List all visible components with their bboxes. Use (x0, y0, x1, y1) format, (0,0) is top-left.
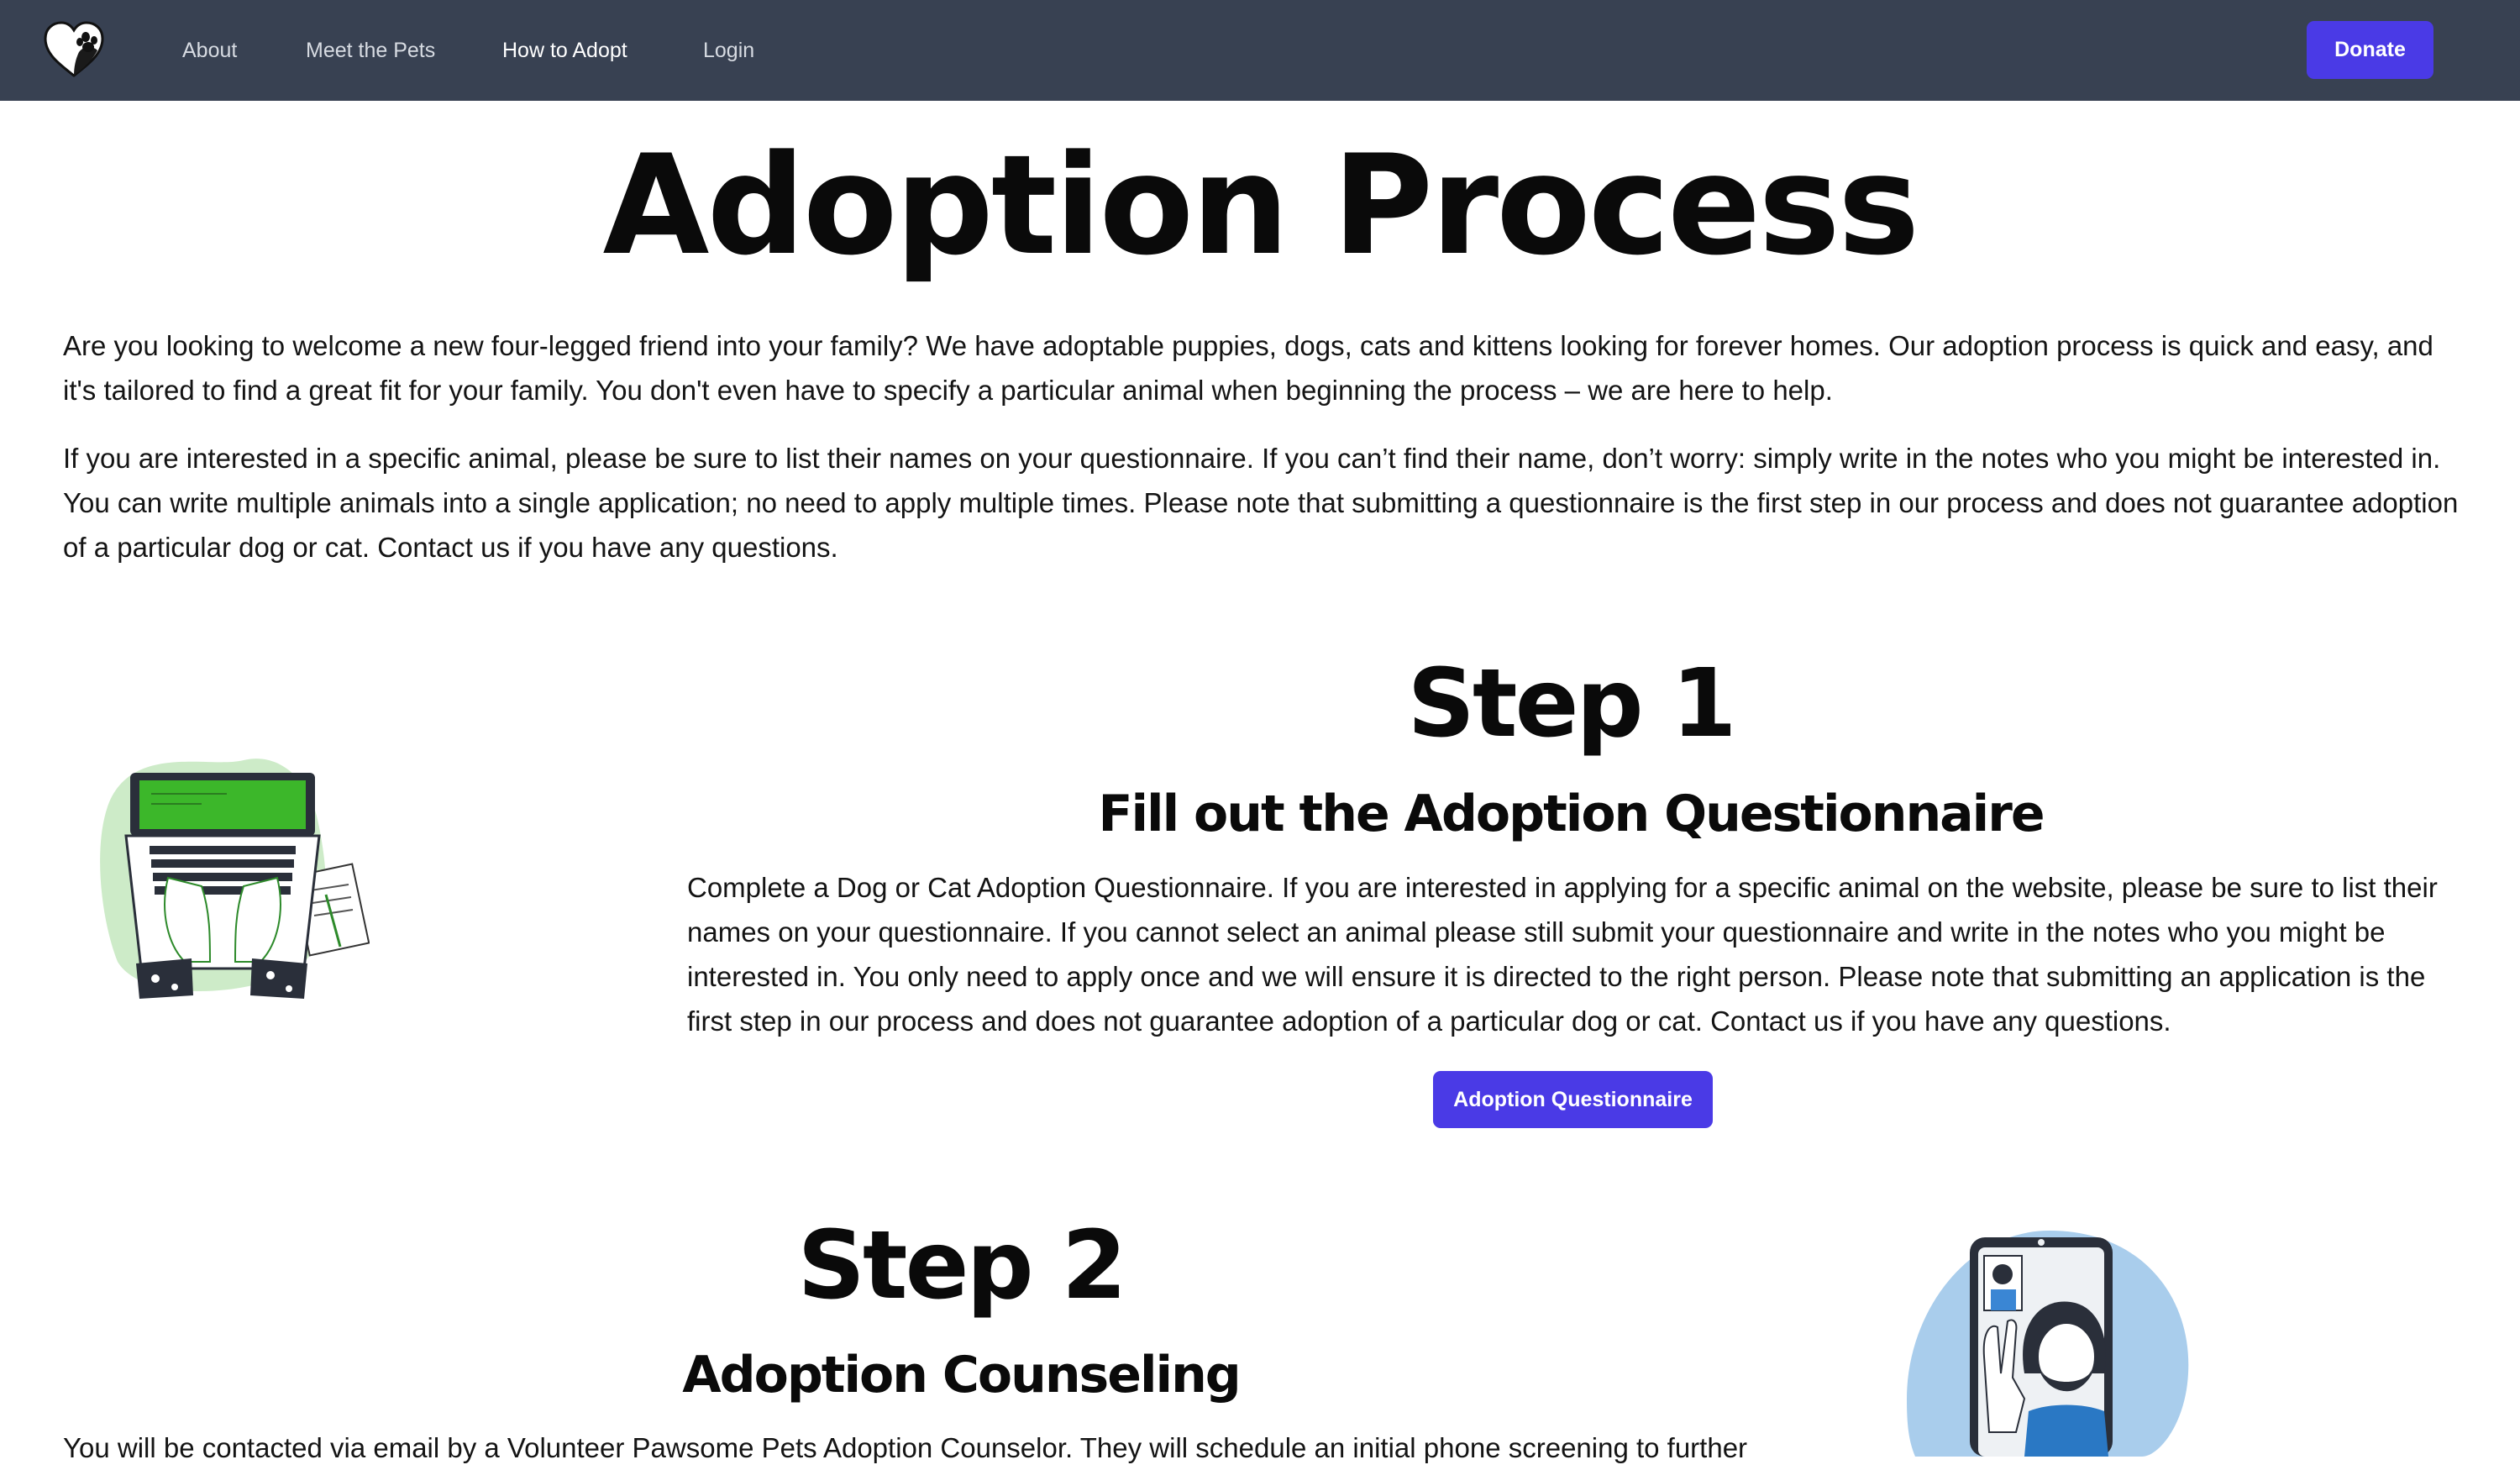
step-2-subheading: Adoption Counseling (682, 1346, 1242, 1404)
nav-link-login[interactable]: Login (703, 0, 754, 101)
intro-paragraph-1: Are you looking to welcome a new four-le… (63, 330, 2433, 406)
nav-link-about[interactable]: About (182, 0, 237, 101)
step-2-heading: Step 2 (797, 1211, 1126, 1320)
nav-link-how-to-adopt[interactable]: How to Adopt (502, 0, 627, 101)
nav-link-meet-the-pets[interactable]: Meet the Pets (306, 0, 435, 101)
heart-paw-logo-icon[interactable] (42, 20, 106, 79)
adoption-questionnaire-button[interactable]: Adoption Questionnaire (1433, 1071, 1713, 1128)
step-1-subheading: Fill out the Adoption Questionnaire (1098, 785, 2045, 843)
laptop-typing-illustration (100, 759, 370, 999)
phone-video-call-illustration (1907, 1231, 2189, 1457)
donate-button[interactable]: Donate (2307, 21, 2433, 79)
step-1-text: Complete a Dog or Cat Adoption Questionn… (687, 872, 2438, 1037)
page-title: Adoption Process (602, 125, 1920, 286)
step-2-text: You will be contacted via email by a Vol… (63, 1432, 1748, 1463)
intro-paragraph-2: If you are interested in a specific anim… (63, 443, 2459, 563)
top-navbar: About Meet the Pets How to Adopt Login D… (0, 0, 2520, 101)
step-1-heading: Step 1 (1407, 649, 1736, 759)
